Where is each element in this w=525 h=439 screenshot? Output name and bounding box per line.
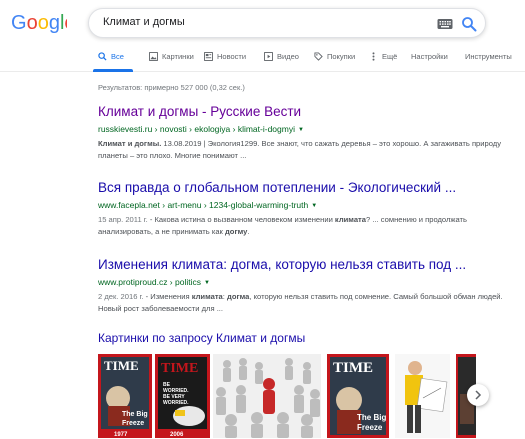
chevron-right-icon (475, 390, 482, 400)
tab-all[interactable]: Все (98, 52, 124, 61)
time-cover-image: TIME The Big Freeze (327, 354, 389, 438)
image-thumbnail[interactable]: TIME The Big Freeze (327, 354, 389, 438)
svg-text:TIME: TIME (104, 358, 139, 373)
search-tabs: Все Картинки Новости Видео Покупки Ещё Н… (0, 44, 525, 72)
caret-down-icon[interactable]: ▼ (311, 203, 317, 209)
search-result: Изменения климата: догма, которую нельзя… (98, 257, 508, 315)
result-snippet: 15 апр. 2011 г. - Какова истина о вызван… (98, 215, 467, 236)
news-icon (204, 52, 213, 61)
person-holding-sign-image (395, 354, 450, 438)
tab-images[interactable]: Картинки (149, 52, 194, 61)
active-tab-indicator (93, 69, 133, 72)
svg-text:Freeze: Freeze (122, 420, 144, 427)
tab-settings[interactable]: Настройки (411, 52, 448, 61)
images-heading[interactable]: Картинки по запросу Климат и догмы (98, 331, 305, 345)
svg-text:WORRIED.: WORRIED. (163, 400, 189, 406)
image-thumbnail[interactable] (395, 354, 450, 438)
video-icon (264, 52, 273, 61)
svg-text:Freeze: Freeze (357, 423, 383, 432)
svg-text:TIME: TIME (161, 361, 198, 376)
svg-text:The Big: The Big (357, 413, 386, 422)
tab-tools[interactable]: Инструменты (465, 52, 512, 61)
image-thumbnail[interactable] (213, 354, 321, 438)
result-title-link[interactable]: Климат и догмы - Русские Вести (98, 104, 508, 120)
tag-icon (314, 52, 323, 61)
tab-more[interactable]: Ещё (369, 52, 397, 61)
svg-text:2006: 2006 (170, 432, 184, 438)
image-thumbnail[interactable]: TIME BE WORRIED. BE VERY WORRIED. 2006 (155, 354, 210, 438)
image-thumbnail[interactable]: TIME The Big Freeze 1977 (98, 354, 152, 438)
crowd-figures-image (213, 354, 321, 438)
result-title-link[interactable]: Изменения климата: догма, которую нельзя… (98, 257, 508, 273)
result-title-link[interactable]: Вся правда о глобальном потеплении - Эко… (98, 180, 508, 196)
search-icon (98, 52, 107, 61)
google-logo[interactable]: Google (11, 11, 67, 35)
search-result: Вся правда о глобальном потеплении - Эко… (98, 180, 508, 238)
svg-text:TIME: TIME (333, 360, 373, 376)
search-icon[interactable] (461, 16, 477, 32)
result-url[interactable]: russkievesti.ru › novosti › ekologiya › … (98, 123, 508, 136)
time-cover-image: TIME The Big Freeze 1977 (98, 354, 152, 438)
search-box[interactable]: Климат и догмы (88, 8, 486, 38)
time-cover-image: TIME BE WORRIED. BE VERY WORRIED. 2006 (155, 354, 210, 438)
svg-text:The Big: The Big (122, 411, 148, 418)
tab-shopping[interactable]: Покупки (314, 52, 355, 61)
search-result: Климат и догмы - Русские Вести russkieve… (98, 104, 508, 162)
tab-video[interactable]: Видео (264, 52, 299, 61)
result-snippet: Климат и догмы. 13.08.2019 | Экология129… (98, 139, 502, 160)
result-url[interactable]: www.protiproud.cz › politics ▼ (98, 276, 508, 289)
header: Google Климат и догмы Все Картинки (0, 0, 525, 72)
caret-down-icon[interactable]: ▼ (298, 127, 304, 133)
result-url[interactable]: www.facepla.net › art-menu › 1234-global… (98, 199, 508, 212)
keyboard-icon[interactable] (437, 18, 453, 30)
caret-down-icon[interactable]: ▼ (204, 280, 210, 286)
more-icon (372, 52, 375, 61)
carousel-next-button[interactable] (467, 384, 489, 406)
result-snippet: 2 дек. 2016 г. - Изменения климата: догм… (98, 292, 503, 313)
tab-news[interactable]: Новости (204, 52, 246, 61)
search-input[interactable]: Климат и догмы (103, 16, 185, 28)
image-icon (149, 52, 158, 61)
svg-text:Google: Google (11, 12, 67, 34)
result-stats: Результатов: примерно 527 000 (0,32 сек.… (98, 83, 245, 92)
svg-text:1977: 1977 (114, 432, 128, 438)
